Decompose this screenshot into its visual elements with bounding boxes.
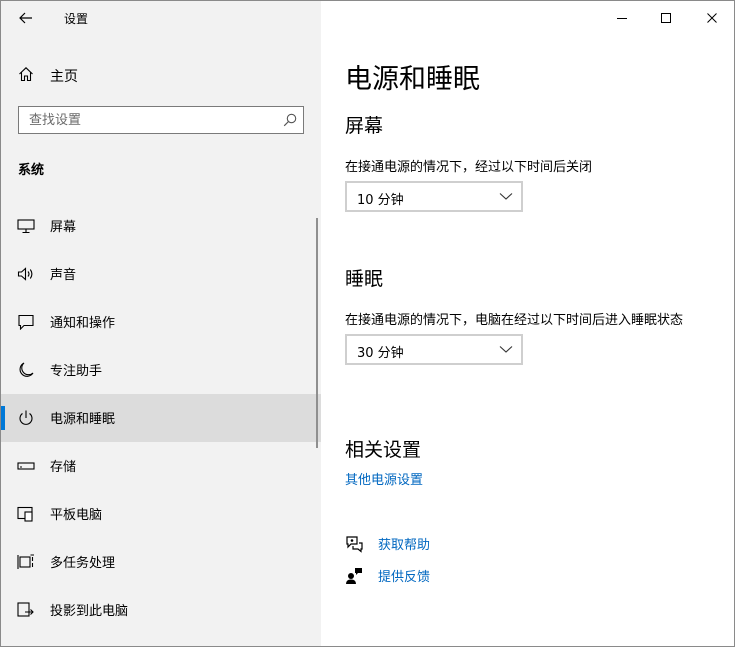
sidebar-item-label: 通知和操作	[50, 316, 116, 331]
feedback-person-icon	[346, 568, 362, 584]
sleep-timeout-value: 30 分钟	[357, 346, 404, 361]
minimize-button[interactable]	[608, 5, 636, 31]
tablet-icon	[17, 506, 33, 522]
sidebar-item-display[interactable]: 屏幕	[1, 202, 321, 250]
project-icon	[17, 602, 34, 617]
home-label: 主页	[50, 69, 78, 85]
give-feedback-link[interactable]: 提供反馈	[345, 565, 545, 587]
sidebar-item-power-sleep[interactable]: 电源和睡眠	[1, 394, 321, 442]
monitor-icon	[17, 219, 35, 234]
back-arrow-icon	[19, 12, 32, 24]
storage-icon	[17, 462, 35, 470]
notification-icon	[18, 314, 34, 330]
additional-power-settings-link[interactable]: 其他电源设置	[345, 469, 423, 488]
get-help-label: 获取帮助	[378, 538, 431, 553]
sidebar-item-label: 声音	[50, 268, 77, 283]
section-label: 系统	[18, 163, 45, 178]
sidebar-item-label: 多任务处理	[50, 556, 116, 571]
sidebar-item-tablet[interactable]: 平板电脑	[1, 490, 321, 538]
maximize-button[interactable]	[652, 5, 680, 31]
close-button[interactable]	[698, 5, 726, 31]
chevron-down-icon	[499, 346, 513, 353]
screen-timeout-dropdown[interactable]: 10 分钟	[345, 181, 523, 212]
home-nav-item[interactable]: 主页	[1, 57, 321, 93]
chevron-down-icon	[499, 193, 513, 200]
sidebar: 设置 主页 系统 屏幕	[1, 1, 321, 646]
sidebar-item-label: 平板电脑	[50, 508, 103, 523]
sidebar-item-multitasking[interactable]: 多任务处理	[1, 538, 321, 586]
multitask-icon	[17, 554, 34, 569]
sidebar-item-projecting[interactable]: 投影到此电脑	[1, 586, 321, 634]
home-icon	[19, 67, 33, 82]
sidebar-item-label: 屏幕	[50, 220, 77, 235]
get-help-link[interactable]: 获取帮助	[345, 533, 545, 555]
power-icon	[19, 410, 33, 425]
sidebar-item-focus-assist[interactable]: 专注助手	[1, 346, 321, 394]
give-feedback-label: 提供反馈	[378, 570, 431, 585]
sleep-timeout-dropdown[interactable]: 30 分钟	[345, 334, 523, 365]
sidebar-scrollbar[interactable]	[316, 218, 318, 448]
titlebar-left: 设置	[1, 1, 321, 35]
sidebar-nav: 屏幕 声音 通知和操作 专注助手 电源和睡眠 存储 平板电脑 多任务处理 投影到…	[1, 202, 321, 634]
window-title: 设置	[64, 12, 89, 26]
screen-description: 在接通电源的情况下，经过以下时间后关闭	[345, 160, 593, 175]
settings-window: 设置 主页 系统 屏幕	[0, 0, 735, 647]
sidebar-item-label: 投影到此电脑	[50, 604, 129, 619]
close-icon	[707, 13, 717, 23]
sleep-heading: 睡眠	[345, 268, 384, 290]
sleep-description: 在接通电源的情况下，电脑在经过以下时间后进入睡眠状态	[345, 313, 684, 328]
search-input[interactable]	[29, 112, 269, 128]
speaker-icon	[17, 267, 33, 281]
sidebar-item-label: 专注助手	[50, 364, 103, 379]
sidebar-item-sound[interactable]: 声音	[1, 250, 321, 298]
help-chat-icon	[346, 536, 363, 553]
search-box[interactable]	[18, 106, 304, 134]
screen-timeout-value: 10 分钟	[357, 193, 404, 208]
screen-heading: 屏幕	[345, 115, 384, 137]
sidebar-item-label: 存储	[50, 460, 77, 475]
maximize-icon	[661, 13, 671, 23]
page-title: 电源和睡眠	[345, 64, 480, 95]
moon-icon	[19, 362, 34, 377]
sidebar-item-notifications[interactable]: 通知和操作	[1, 298, 321, 346]
search-icon[interactable]	[283, 113, 297, 127]
minimize-icon	[617, 18, 627, 19]
sidebar-item-storage[interactable]: 存储	[1, 442, 321, 490]
sidebar-item-label: 电源和睡眠	[50, 412, 116, 427]
back-button[interactable]	[14, 8, 38, 28]
related-settings-heading: 相关设置	[345, 439, 422, 461]
